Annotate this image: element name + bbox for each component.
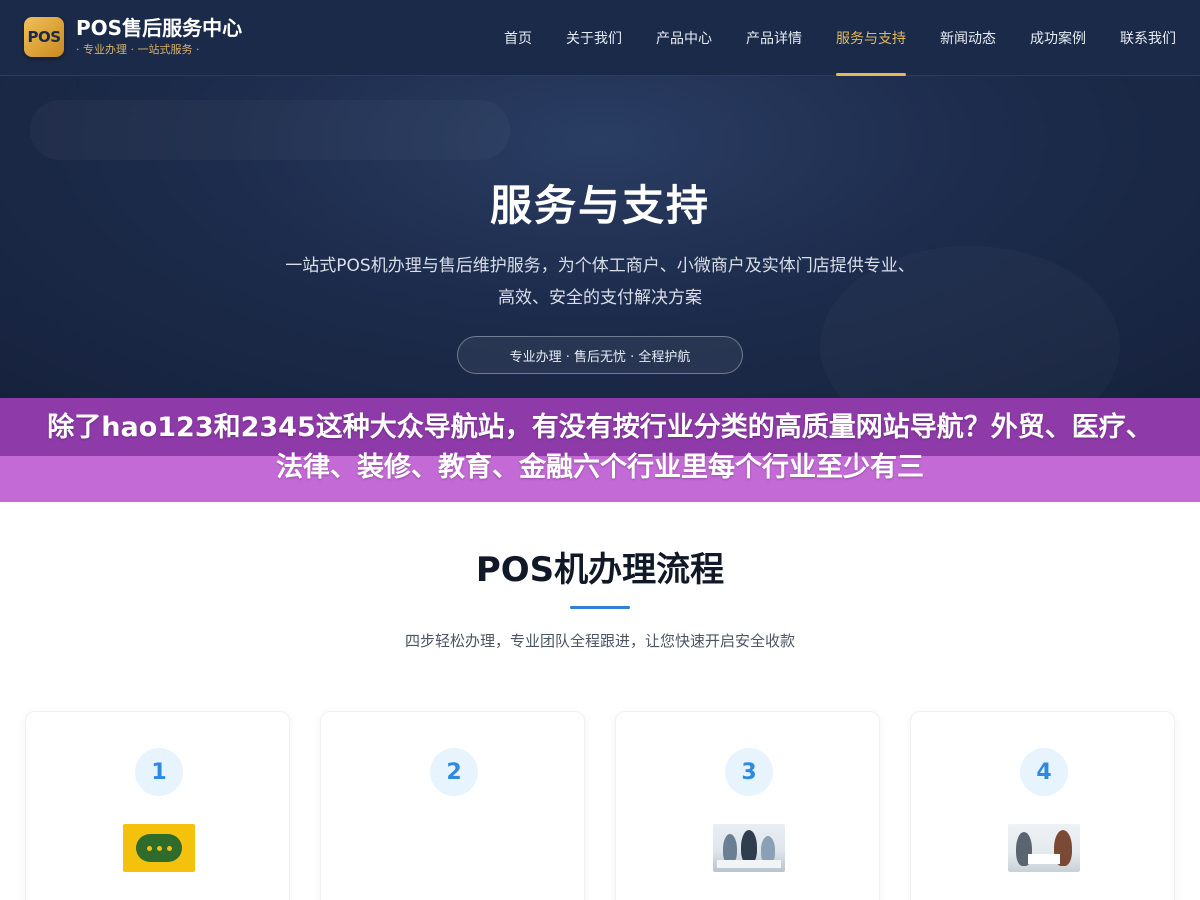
nav-cases[interactable]: 成功案例	[1030, 0, 1086, 76]
step-card-4: 4	[910, 711, 1175, 900]
step-number: 1	[135, 748, 183, 796]
hero-section: 服务与支持 一站式POS机办理与售后维护服务，为个体工商户、小微商户及实体门店提…	[0, 76, 1200, 398]
logo-badge-icon: POS	[24, 17, 64, 57]
step-card-2: 2	[320, 711, 585, 900]
nav-news[interactable]: 新闻动态	[940, 0, 996, 76]
banner-text: 除了hao123和2345这种大众导航站，有没有按行业分类的高质量网站导航？外贸…	[47, 412, 1153, 483]
logo-subtitle: · 专业办理 · 一站式服务 ·	[76, 43, 200, 56]
nav-product-detail[interactable]: 产品详情	[746, 0, 802, 76]
main-nav: 首页 关于我们 产品中心 产品详情 服务与支持 新闻动态 成功案例 联系我们	[470, 0, 1176, 76]
title-underline	[570, 606, 630, 609]
process-cards: 1 2 3 4	[25, 711, 1175, 900]
overlay-banner: 除了hao123和2345这种大众导航站，有没有按行业分类的高质量网站导航？外贸…	[0, 398, 1200, 502]
hero-description: 一站式POS机办理与售后维护服务，为个体工商户、小微商户及实体门店提供专业、高效…	[285, 256, 915, 308]
consultation-image	[1008, 824, 1080, 872]
hero-decoration	[30, 100, 510, 160]
nav-home[interactable]: 首页	[504, 0, 532, 76]
step-number: 4	[1020, 748, 1068, 796]
office-team-image	[713, 824, 785, 872]
site-header: POS POS售后服务中心 · 专业办理 · 一站式服务 · 首页 关于我们 产…	[0, 0, 1200, 76]
hero-title: 服务与支持	[489, 181, 710, 230]
step-number: 2	[430, 748, 478, 796]
nav-contact[interactable]: 联系我们	[1120, 0, 1176, 76]
logo-title: POS售后服务中心	[76, 16, 243, 40]
logo-text: POS售后服务中心 · 专业办理 · 一站式服务 ·	[76, 16, 242, 58]
nav-service-support[interactable]: 服务与支持	[836, 0, 906, 76]
chat-bubble-icon	[136, 834, 182, 862]
step-card-1: 1	[25, 711, 290, 900]
step-card-3: 3	[615, 711, 880, 900]
hero-tagline-pill: 专业办理 · 售后无忧 · 全程护航	[457, 336, 743, 374]
chat-bubble-image	[123, 824, 195, 872]
logo[interactable]: POS POS售后服务中心 · 专业办理 · 一站式服务 ·	[24, 16, 242, 58]
nav-products[interactable]: 产品中心	[656, 0, 712, 76]
step-number: 3	[725, 748, 773, 796]
process-title: POS机办理流程	[475, 550, 725, 590]
process-subtitle: 四步轻松办理，专业团队全程跟进，让您快速开启安全收款	[404, 632, 795, 650]
nav-about[interactable]: 关于我们	[566, 0, 622, 76]
